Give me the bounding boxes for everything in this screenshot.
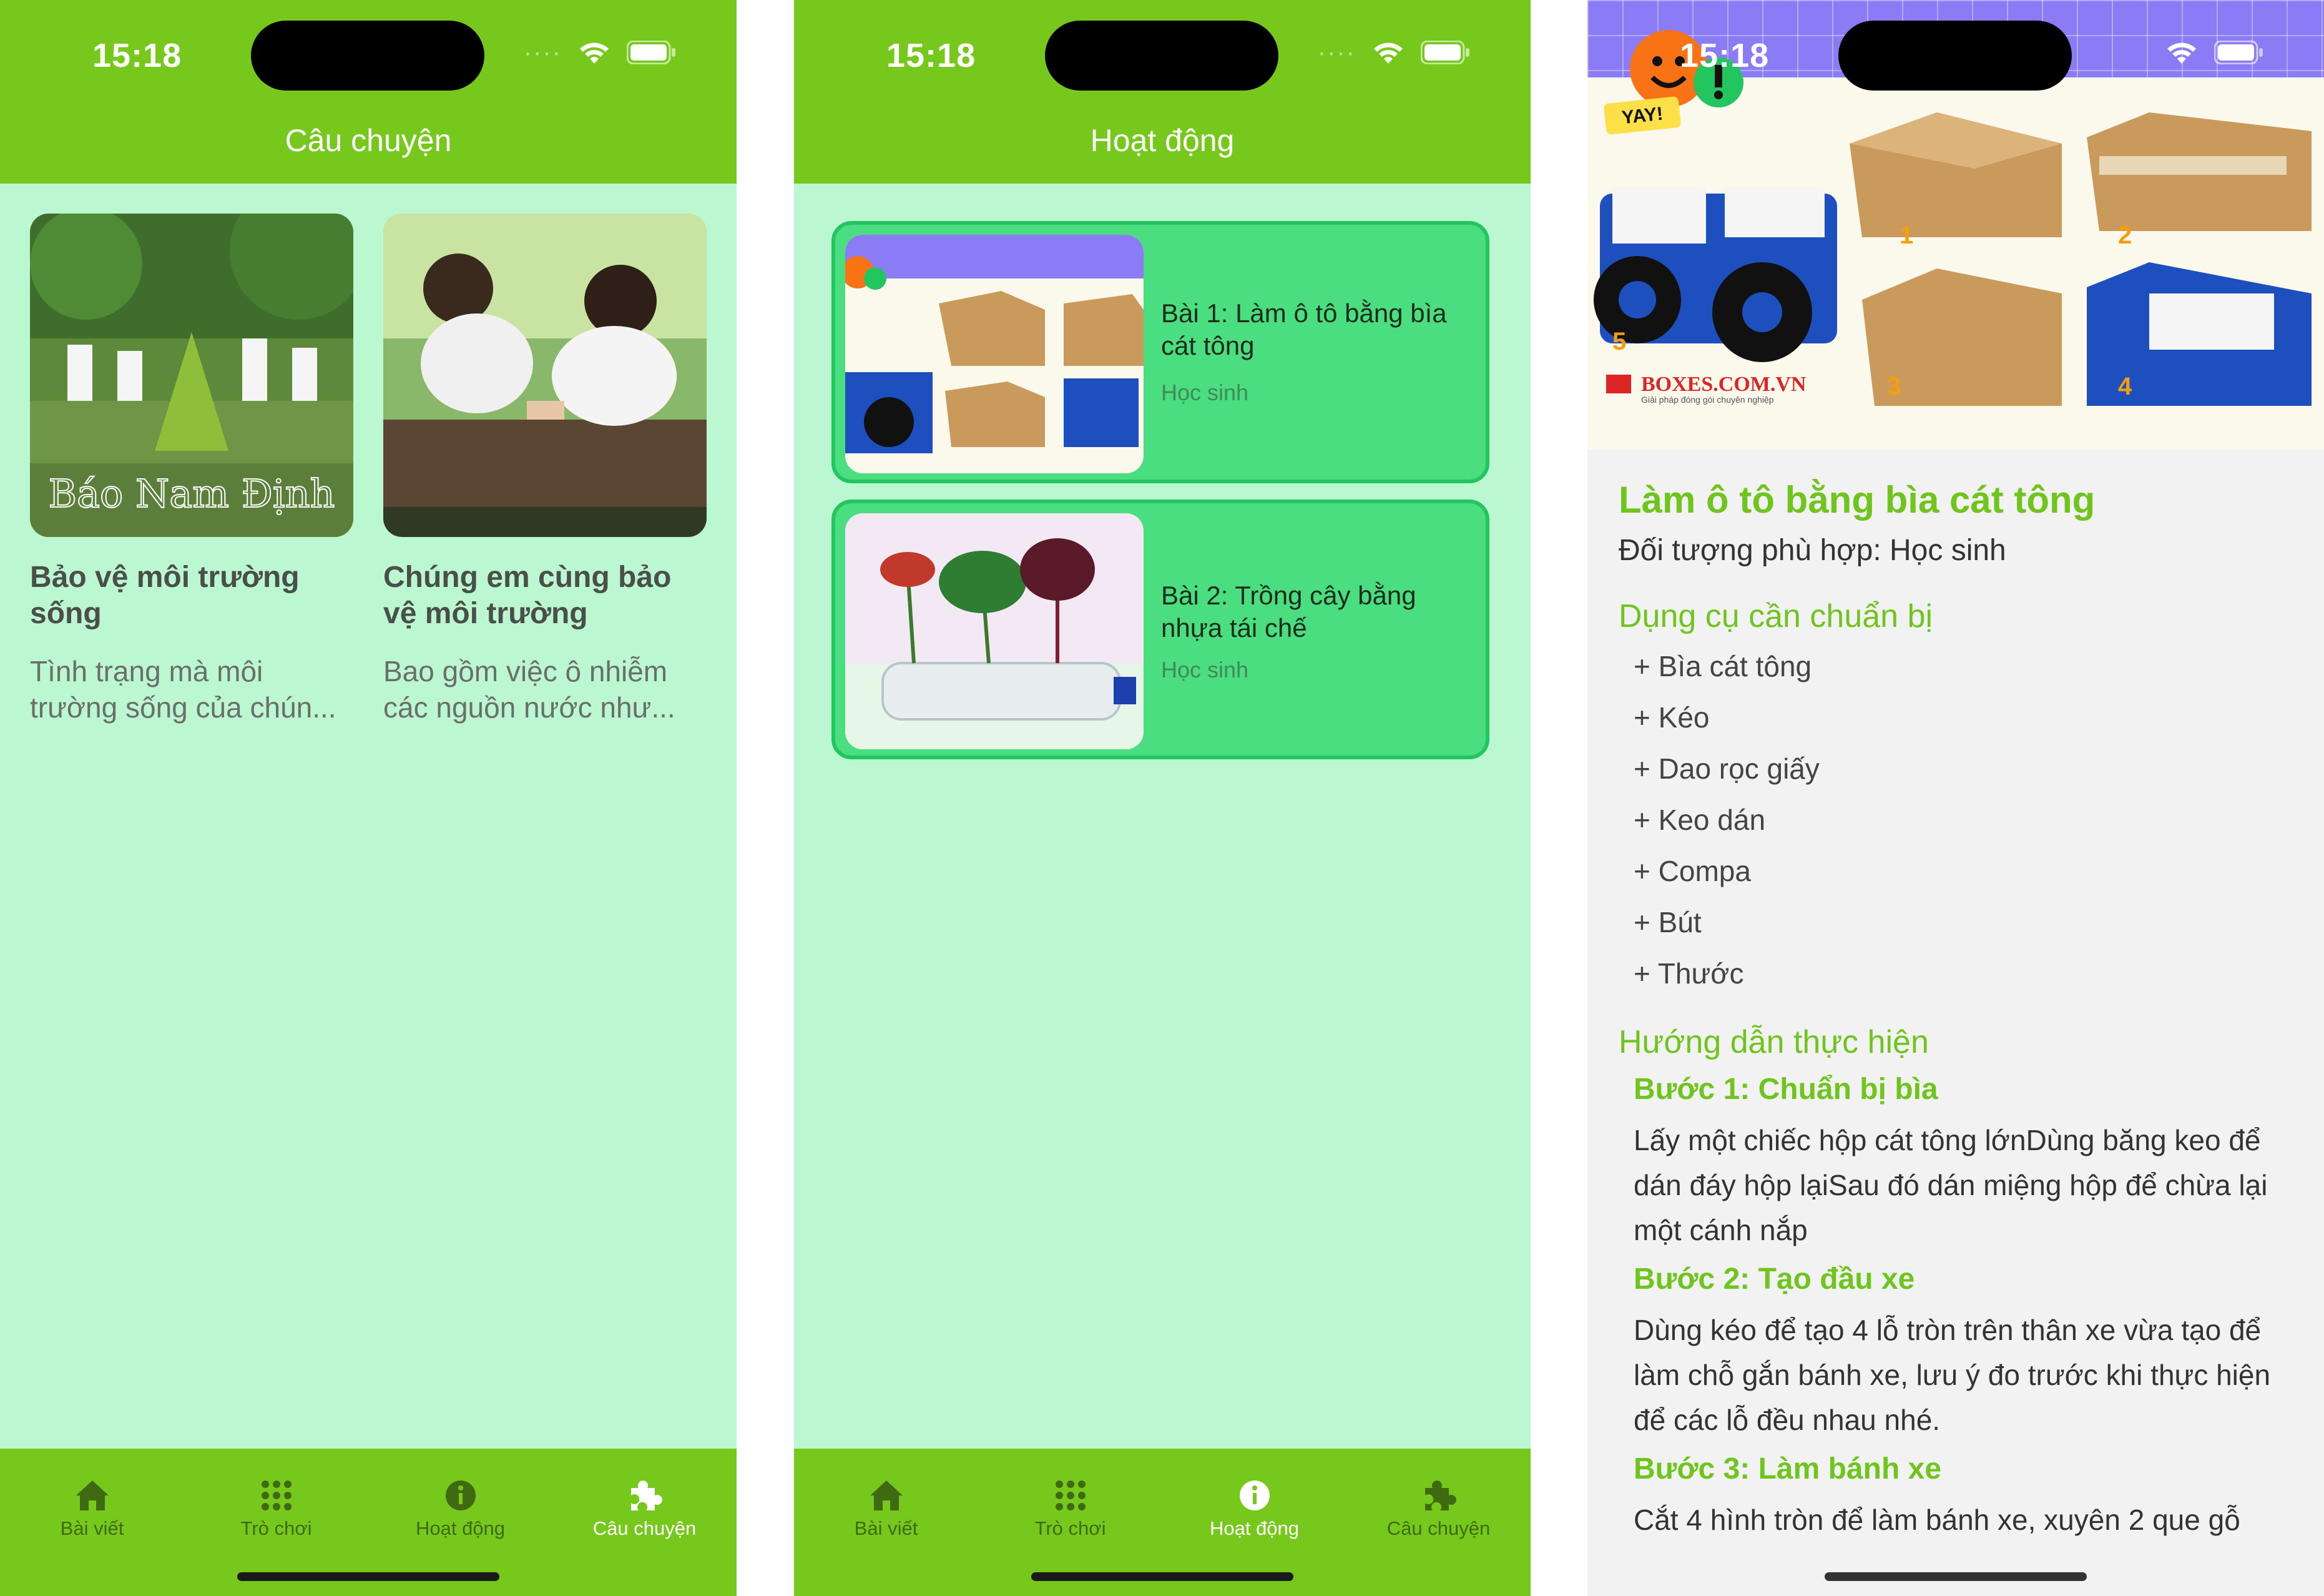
activities-screen: 15:18 ···· Hoạt động Bài 1: Làm ô tô bằn… xyxy=(794,0,1531,1596)
step-title: Bước 1: Chuẩn bị bìa xyxy=(1634,1073,1938,1106)
activity-audience: Học sinh xyxy=(1161,657,1249,682)
tool-item: + Dao rọc giấy xyxy=(1634,752,1820,785)
home-icon xyxy=(0,1477,184,1514)
story-image: Báo Nam Định xyxy=(30,214,353,537)
puzzle-icon xyxy=(552,1477,737,1514)
activity-audience: Học sinh xyxy=(1161,380,1249,405)
audience-line: Đối tượng phù hợp: Học sinh xyxy=(1619,534,2006,567)
detail-title: Làm ô tô bằng bìa cát tông xyxy=(1619,479,2096,521)
tools-heading: Dụng cụ cần chuẩn bị xyxy=(1619,598,1933,634)
detail-content: Làm ô tô bằng bìa cát tông Đối tượng phù… xyxy=(1619,475,2305,1546)
nav-header: 15:18 ···· Hoạt động xyxy=(794,0,1531,184)
story-title: Chúng em cùng bảo vệ môi trường xyxy=(383,561,672,630)
story-card[interactable]: Báo Nam Định Bảo vệ môi trường sống Tình… xyxy=(30,214,353,726)
tab-games[interactable]: Trò chơi xyxy=(978,1477,1162,1540)
tool-item: + Bìa cát tông xyxy=(1634,650,1812,682)
step-title: Bước 2: Tạo đầu xe xyxy=(1634,1263,1915,1296)
page-title: Câu chuyện xyxy=(285,123,452,158)
signal-icon: ···· xyxy=(1317,39,1356,66)
wifi-icon xyxy=(2165,40,2198,65)
step-number: 3 xyxy=(1887,373,1901,400)
battery-icon xyxy=(627,41,677,64)
tab-articles[interactable]: Bài viết xyxy=(0,1477,184,1540)
tab-articles[interactable]: Bài viết xyxy=(794,1477,978,1540)
dynamic-island xyxy=(251,21,484,91)
hero-image: YAY! 1 2 3 4 5 BOXES.COM.VN Giải pháp đó… xyxy=(1587,0,2324,450)
tool-item: + Bút xyxy=(1634,906,1702,938)
step-text: Cắt 4 hình tròn để làm bánh xe, xuyên 2 … xyxy=(1634,1504,2240,1536)
brand-tagline: Giải pháp đóng gói chuyên nghiệp xyxy=(1641,395,1774,405)
tab-activities[interactable]: Hoạt động xyxy=(1162,1477,1346,1540)
grid-icon xyxy=(184,1477,368,1514)
activity-card[interactable]: Bài 2: Trồng cây bằng nhựa tái chế Học s… xyxy=(831,500,1489,759)
nav-header: 15:18 ···· Câu chuyện xyxy=(0,0,737,184)
status-icons xyxy=(2165,40,2264,65)
story-description: Tình trạng mà môi trường sống của chún..… xyxy=(30,655,336,724)
tool-item: + Kéo xyxy=(1634,701,1710,734)
home-indicator xyxy=(1031,1572,1293,1581)
puzzle-icon xyxy=(1346,1477,1531,1514)
tool-item: + Thước xyxy=(1634,957,1744,990)
status-time: 15:18 xyxy=(886,37,976,74)
activity-title: Bài 1: Làm ô tô bằng bìa cát tông xyxy=(1161,298,1447,360)
dynamic-island xyxy=(1045,21,1278,91)
battery-icon xyxy=(2214,41,2264,64)
dynamic-island xyxy=(1838,21,2072,91)
tool-item: + Keo dán xyxy=(1634,804,1766,836)
guide-heading: Hướng dẫn thực hiện xyxy=(1619,1024,1929,1060)
story-description: Bao gồm việc ô nhiễm các nguồn nước như.… xyxy=(383,655,675,724)
step-number: 2 xyxy=(2118,222,2132,249)
activity-thumbnail xyxy=(845,513,1144,749)
grid-icon xyxy=(978,1477,1162,1514)
stories-screen: 15:18 ···· Câu chuyện Báo Nam Định Bảo v… xyxy=(0,0,737,1596)
status-time: 15:18 xyxy=(92,37,182,74)
battery-icon xyxy=(1421,41,1471,64)
status-icons: ···· xyxy=(524,40,677,65)
activity-card[interactable]: Bài 1: Làm ô tô bằng bìa cát tông Học si… xyxy=(831,221,1489,483)
story-image xyxy=(383,214,707,537)
signal-icon: ···· xyxy=(523,39,562,66)
step-number: 1 xyxy=(1900,222,1913,249)
tab-activities[interactable]: Hoạt động xyxy=(368,1477,552,1540)
page-title: Hoạt động xyxy=(1090,123,1235,158)
wifi-icon xyxy=(578,40,610,65)
step-text: Dùng kéo để tạo 4 lỗ tròn trên thân xe v… xyxy=(1634,1314,2271,1436)
step-number: 5 xyxy=(1612,328,1626,355)
info-icon xyxy=(1162,1477,1346,1514)
tab-games[interactable]: Trò chơi xyxy=(184,1477,368,1540)
brand-logo-text: BOXES.COM.VN xyxy=(1641,373,1807,396)
tab-stories[interactable]: Câu chuyện xyxy=(552,1477,737,1540)
activity-title: Bài 2: Trồng cây bằng nhựa tái chế xyxy=(1161,581,1416,643)
step-text: Lấy một chiếc hộp cát tông lớnDùng băng … xyxy=(1634,1124,2268,1246)
home-indicator xyxy=(237,1572,499,1581)
sticker-text: YAY! xyxy=(1620,104,1664,129)
wifi-icon xyxy=(1372,40,1405,65)
status-time: 15:18 xyxy=(1680,37,1770,74)
tab-bar: Bài viết Trò chơi Hoạt động Câu chuyện xyxy=(794,1449,1531,1596)
story-title: Bảo vệ môi trường sống xyxy=(30,561,300,630)
tab-bar: Bài viết Trò chơi Hoạt động Câu chuyện xyxy=(0,1449,737,1596)
step-title: Bước 3: Làm bánh xe xyxy=(1634,1452,1942,1485)
home-indicator xyxy=(1825,1572,2087,1581)
story-card[interactable]: Chúng em cùng bảo vệ môi trường Bao gồm … xyxy=(383,214,707,726)
activity-thumbnail xyxy=(845,235,1144,473)
tab-stories[interactable]: Câu chuyện xyxy=(1346,1477,1531,1540)
activity-detail-screen: YAY! 1 2 3 4 5 BOXES.COM.VN Giải pháp đó… xyxy=(1587,0,2324,1596)
home-icon xyxy=(794,1477,978,1514)
watermark-text: Báo Nam Định xyxy=(48,471,335,516)
step-number: 4 xyxy=(2118,373,2132,400)
info-icon xyxy=(368,1477,552,1514)
tool-item: + Compa xyxy=(1634,855,1751,887)
status-icons: ···· xyxy=(1318,40,1471,65)
